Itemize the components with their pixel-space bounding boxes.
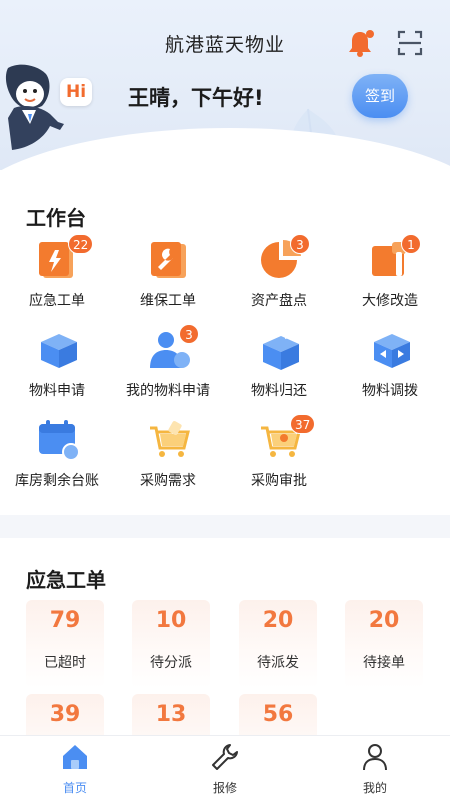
material-request-icon xyxy=(41,334,77,368)
badge-count: 37 xyxy=(290,414,316,434)
grid-item-label: 应急工单 xyxy=(29,293,85,309)
stat-card[interactable]: 10 待分派 xyxy=(132,600,210,688)
notification-dot xyxy=(366,30,374,38)
scan-icon[interactable] xyxy=(397,30,423,56)
purchase-demand-icon xyxy=(150,421,190,457)
emergency-title: 应急工单 xyxy=(26,568,106,592)
hi-bubble: Hi xyxy=(60,78,92,106)
stat-value: 20 xyxy=(262,608,294,633)
grid-item-my-material-request[interactable]: 3 我的物料申请 xyxy=(113,324,223,408)
grid-item-label: 物料调拨 xyxy=(362,383,418,399)
tab-home[interactable]: 首页 xyxy=(0,736,150,800)
user-icon xyxy=(363,744,387,771)
grid-item-emergency-order[interactable]: 22 应急工单 xyxy=(2,234,112,318)
tab-label: 我的 xyxy=(362,781,387,795)
stat-value: 56 xyxy=(262,702,294,727)
stat-card[interactable]: 20 待派发 xyxy=(239,600,317,688)
checkin-button[interactable]: 签到 xyxy=(352,74,408,118)
grid-item-purchase-demand[interactable]: 采购需求 xyxy=(113,418,223,498)
tab-repair[interactable]: 报修 xyxy=(150,736,300,800)
wrench-icon xyxy=(212,744,238,770)
maintenance-order-icon xyxy=(151,242,186,278)
stat-value: 13 xyxy=(155,702,187,727)
warehouse-ledger-icon xyxy=(39,420,80,461)
workbench-title: 工作台 xyxy=(26,206,86,230)
grid-item-material-request[interactable]: 物料申请 xyxy=(2,328,112,408)
grid-item-label: 资产盘点 xyxy=(251,293,307,309)
stat-card[interactable]: 20 待接单 xyxy=(345,600,423,688)
grid-item-label: 物料归还 xyxy=(251,383,307,399)
grid-item-label: 物料申请 xyxy=(29,383,85,399)
grid-item-material-transfer[interactable]: 物料调拨 xyxy=(335,328,445,408)
tab-label: 首页 xyxy=(62,781,87,795)
bottom-tab-bar: 首页 报修 我的 xyxy=(0,735,450,800)
grid-item-label: 维保工单 xyxy=(140,293,196,309)
stat-value: 39 xyxy=(49,702,81,727)
stat-value: 10 xyxy=(155,608,187,633)
stat-value: 79 xyxy=(49,608,81,633)
badge-count: 22 xyxy=(68,234,94,254)
stat-label: 待分派 xyxy=(150,655,192,671)
grid-item-asset-inventory[interactable]: 3 资产盘点 xyxy=(224,234,334,318)
home-icon xyxy=(63,745,87,769)
grid-item-warehouse-ledger[interactable]: 库房剩余台账 xyxy=(2,418,112,498)
badge-count: 3 xyxy=(179,324,199,344)
grid-item-major-repair[interactable]: 1 大修改造 xyxy=(335,234,445,318)
stat-value: 20 xyxy=(368,608,400,633)
badge-count: 1 xyxy=(401,234,421,254)
emergency-orders-section: 应急工单 79 已超时 10 待分派 20 待派发 20 待接单 39 13 5… xyxy=(0,538,450,782)
stat-card[interactable]: 79 已超时 xyxy=(26,600,104,688)
material-return-icon xyxy=(263,328,299,370)
grid-item-label: 采购审批 xyxy=(251,473,307,489)
tab-label: 报修 xyxy=(212,781,237,795)
material-transfer-icon xyxy=(374,334,410,368)
grid-item-maintenance-order[interactable]: 维保工单 xyxy=(113,238,223,318)
grid-item-purchase-approval[interactable]: 37 采购审批 xyxy=(224,414,334,498)
stat-label: 待派发 xyxy=(257,655,299,671)
grid-item-label: 采购需求 xyxy=(140,473,196,489)
grid-item-label: 大修改造 xyxy=(362,293,418,309)
grid-item-label: 我的物料申请 xyxy=(126,383,210,399)
stat-label: 待接单 xyxy=(363,655,405,671)
tab-mine[interactable]: 我的 xyxy=(300,736,450,800)
grid-item-label: 库房剩余台账 xyxy=(15,473,99,489)
greeting-text: 王晴，下午好! xyxy=(128,86,264,110)
workbench-section: 工作台 22 应急工单 维保工单 3 资产盘点 1 大修改造 物料申请 3 我的… xyxy=(0,170,450,515)
app-title: 航港蓝天物业 xyxy=(164,34,285,56)
mascot-icon xyxy=(5,64,64,150)
stat-label: 已超时 xyxy=(44,655,86,671)
badge-count: 3 xyxy=(290,234,310,254)
grid-item-material-return[interactable]: 物料归还 xyxy=(224,328,334,408)
